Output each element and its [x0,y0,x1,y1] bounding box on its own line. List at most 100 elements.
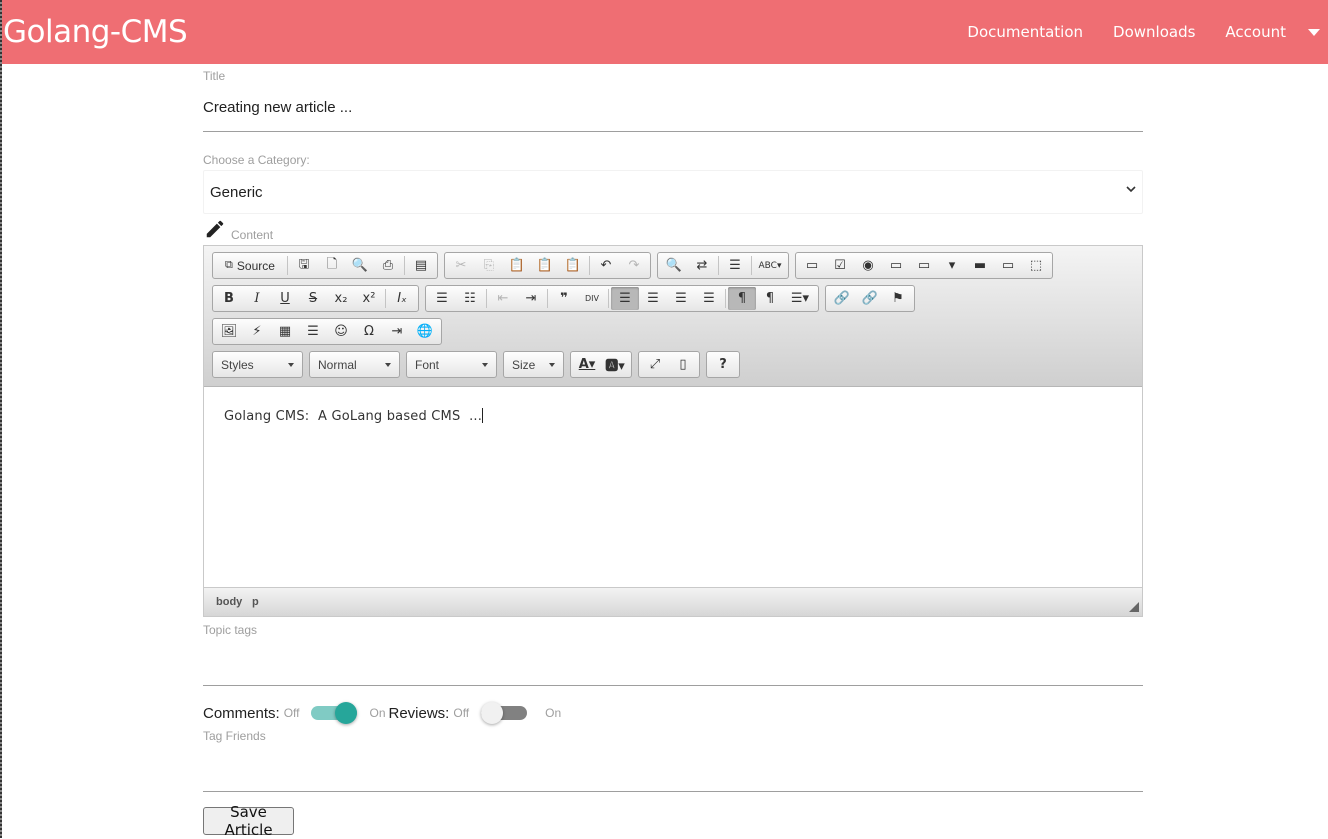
toolbar-separator [404,256,405,275]
text-field-icon[interactable]: ▭ [882,254,910,277]
source-button[interactable]: ⧉ Source [215,254,285,277]
link-icon[interactable]: 🔗 [828,287,856,310]
save-icon[interactable]: 🖫 [290,254,318,277]
underline-icon[interactable]: U [271,287,299,310]
bold-icon[interactable]: B [215,287,243,310]
window-edge [0,0,2,838]
maximize-icon[interactable]: ⤢ [641,353,669,376]
indent-icon[interactable]: ⇥ [517,287,545,310]
paste-text-icon[interactable]: 📋 [531,254,559,277]
toolbar-separator [589,256,590,275]
account-dropdown-icon[interactable] [1308,28,1320,36]
new-page-icon[interactable]: 🗋 [318,254,346,277]
brand-logo[interactable]: Golang-CMS [3,14,188,50]
table-icon[interactable]: ▦ [271,320,299,343]
save-article-button[interactable]: Save Article [203,803,294,839]
toolbar-group-clipboard: ✂ ⎘ 📋 📋 📋 ↶ ↷ [444,252,651,279]
templates-icon[interactable]: ▤ [407,254,435,277]
div-container-icon[interactable]: DIV [578,287,606,310]
checkbox-icon[interactable]: ☑ [826,254,854,277]
numbered-list-icon[interactable]: ☰ [428,287,456,310]
button-field-icon[interactable]: ▬ [966,254,994,277]
radio-icon[interactable]: ◉ [854,254,882,277]
select-field-icon[interactable]: ▾ [938,254,966,277]
italic-icon[interactable]: I [243,287,271,310]
editor-content-area[interactable]: Golang CMS: A GoLang based CMS ... [204,387,1142,587]
dropdown-arrow-icon [482,362,488,367]
text-direction-rtl-icon[interactable]: ¶ [756,287,784,310]
blockquote-icon[interactable]: ❞ [550,287,578,310]
source-icon: ⧉ [225,259,233,271]
toolbar-separator [725,289,726,308]
nav-documentation[interactable]: Documentation [967,23,1083,41]
replace-icon[interactable]: ⇄ [688,254,716,277]
about-icon[interactable]: ? [709,353,737,376]
iframe-icon[interactable]: 🌐 [411,320,439,343]
format-combo[interactable]: Normal [309,351,400,378]
cut-icon[interactable]: ✂ [447,254,475,277]
remove-format-icon[interactable]: Iₓ [388,287,416,310]
background-color-icon[interactable]: 🅰▾ [601,353,629,376]
strikethrough-icon[interactable]: S [299,287,327,310]
nav-account[interactable]: Account [1225,23,1286,41]
reviews-on-label: On [545,706,562,720]
special-char-icon[interactable]: Ω [355,320,383,343]
reviews-toggle[interactable] [481,701,528,725]
anchor-icon[interactable]: ⚑ [884,287,912,310]
toolbar-group-forms: ▭ ☑ ◉ ▭ ▭ ▾ ▬ ▭ ⬚ [795,252,1053,279]
align-center-icon[interactable]: ☰ [639,287,667,310]
find-icon[interactable]: 🔍 [660,254,688,277]
image-icon[interactable]: 🖼 [215,320,243,343]
superscript-icon[interactable]: x² [355,287,383,310]
flash-icon[interactable]: ⚡ [243,320,271,343]
textarea-icon[interactable]: ▭ [910,254,938,277]
subscript-icon[interactable]: x₂ [327,287,355,310]
undo-icon[interactable]: ↶ [592,254,620,277]
toolbar-group-colors: A▾ 🅰▾ [570,351,632,378]
show-blocks-icon[interactable]: ▯ [669,353,697,376]
tag-friends-input[interactable] [203,791,1143,792]
image-button-icon[interactable]: ▭ [994,254,1022,277]
smiley-icon[interactable]: ☺ [327,320,355,343]
toolbar-separator [287,256,288,275]
align-right-icon[interactable]: ☰ [667,287,695,310]
toolbar-separator [718,256,719,275]
path-p[interactable]: p [252,596,259,608]
horizontal-line-icon[interactable]: ☰ [299,320,327,343]
align-left-icon[interactable]: ☰ [611,287,639,310]
select-all-icon[interactable]: ☰ [721,254,749,277]
bulleted-list-icon[interactable]: ☷ [456,287,484,310]
toolbar-row-3: 🖼 ⚡ ▦ ☰ ☺ Ω ⇥ 🌐 [212,318,448,345]
resize-handle-icon[interactable] [1129,602,1139,612]
text-direction-ltr-icon[interactable]: ¶ [728,287,756,310]
preview-icon[interactable]: 🔍 [346,254,374,277]
language-icon[interactable]: ☰▾ [784,287,816,310]
print-icon[interactable]: ⎙ [374,254,402,277]
text-color-icon[interactable]: A▾ [573,353,601,376]
copy-icon[interactable]: ⎘ [475,254,503,277]
path-body[interactable]: body [216,596,242,608]
form-icon[interactable]: ▭ [798,254,826,277]
unlink-icon[interactable]: 🔗 [856,287,884,310]
outdent-icon[interactable]: ⇤ [489,287,517,310]
comments-toggle[interactable] [311,701,358,725]
paste-icon[interactable]: 📋 [503,254,531,277]
toolbar-group-basic-styles: B I U S x₂ x² Iₓ [212,285,419,312]
paste-word-icon[interactable]: 📋 [559,254,587,277]
title-input[interactable] [203,84,1143,132]
hidden-field-icon[interactable]: ⬚ [1022,254,1050,277]
page-break-icon[interactable]: ⇥ [383,320,411,343]
topic-tags-input[interactable] [203,685,1143,686]
toolbar-separator [385,289,386,308]
redo-icon[interactable]: ↷ [620,254,648,277]
justify-icon[interactable]: ☰ [695,287,723,310]
font-combo-label: Font [415,357,440,372]
size-combo[interactable]: Size [503,351,564,378]
spellcheck-icon[interactable]: ABC▾ [754,254,786,277]
font-combo[interactable]: Font [406,351,497,378]
category-select[interactable]: Generic [203,170,1143,214]
dropdown-arrow-icon [385,362,391,367]
nav-downloads[interactable]: Downloads [1113,23,1195,41]
styles-combo[interactable]: Styles [212,351,303,378]
size-combo-label: Size [512,357,536,372]
